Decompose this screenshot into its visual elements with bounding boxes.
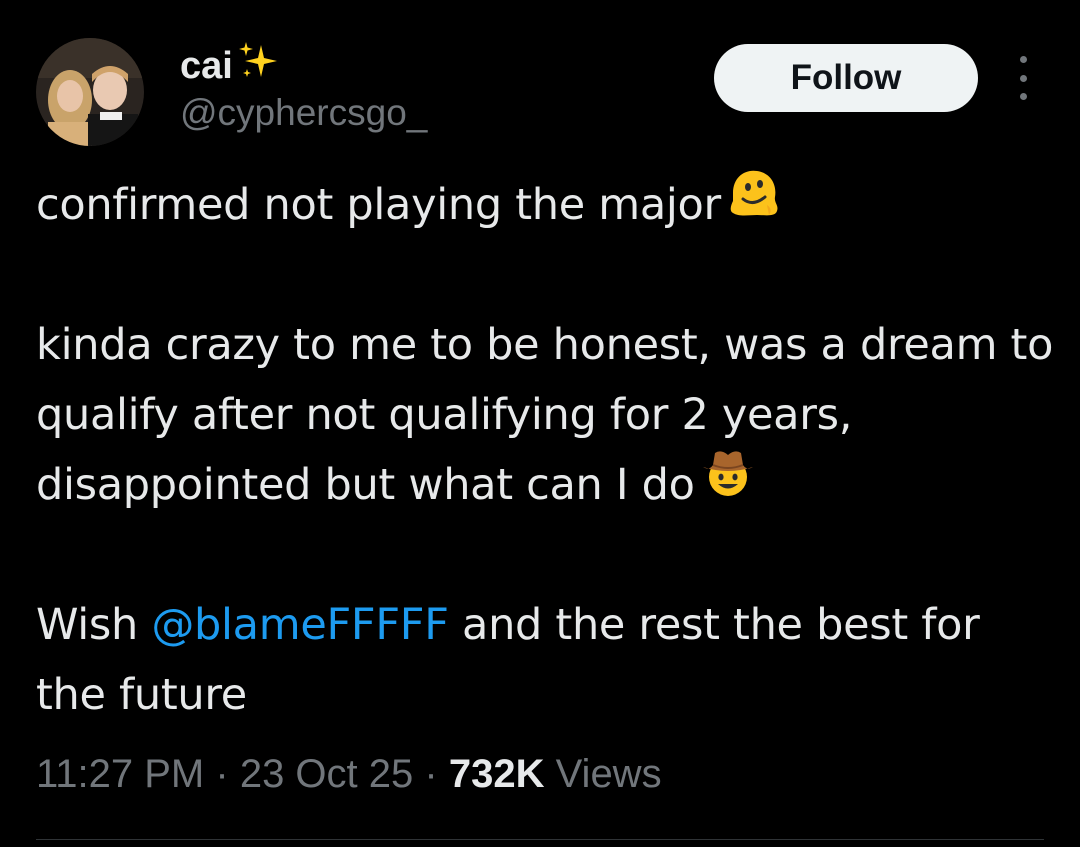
meta-separator: · [424,752,438,796]
author-display-name[interactable]: cai [180,45,233,88]
follow-button[interactable]: Follow [714,44,978,112]
tweet: cai @cyphercsgo_ Follow confirmed not pl… [0,0,1080,847]
meta-separator: · [215,752,229,796]
tweet-paragraph-2: kinda crazy to me to be honest, was a dr… [36,310,1056,520]
tweet-paragraph-3-prefix: Wish [36,600,152,650]
avatar[interactable] [36,38,144,146]
views-label: Views [555,752,662,796]
melting-face-emoji-icon [727,165,781,240]
divider [36,839,1044,840]
tweet-time[interactable]: 11:27 PM [36,752,204,796]
sparkles-icon [235,39,281,89]
author-name-row[interactable]: cai [180,40,281,92]
tweet-paragraph-3: Wish @blameFFFFF and the rest the best f… [36,590,1056,730]
mention-link[interactable]: @blameFFFFF [151,600,449,650]
tweet-paragraph-2-text: kinda crazy to me to be honest, was a dr… [36,320,1054,510]
views-count[interactable]: 732K [449,752,545,796]
more-dot [1019,56,1027,63]
tweet-text: confirmed not playing the major kinda cr… [36,170,1056,730]
author-handle[interactable]: @cyphercsgo_ [180,92,427,134]
more-dot [1019,74,1027,82]
more-dot [1019,93,1027,100]
cowboy-hat-face-emoji-icon [701,445,755,520]
tweet-paragraph-1: confirmed not playing the major [36,170,1056,240]
tweet-date[interactable]: 23 Oct 25 [240,752,413,796]
more-options-icon[interactable] [1008,56,1038,100]
tweet-line-1: confirmed not playing the major [36,180,721,230]
tweet-meta: 11:27 PM · 23 Oct 25 · 732K Views [36,752,662,797]
